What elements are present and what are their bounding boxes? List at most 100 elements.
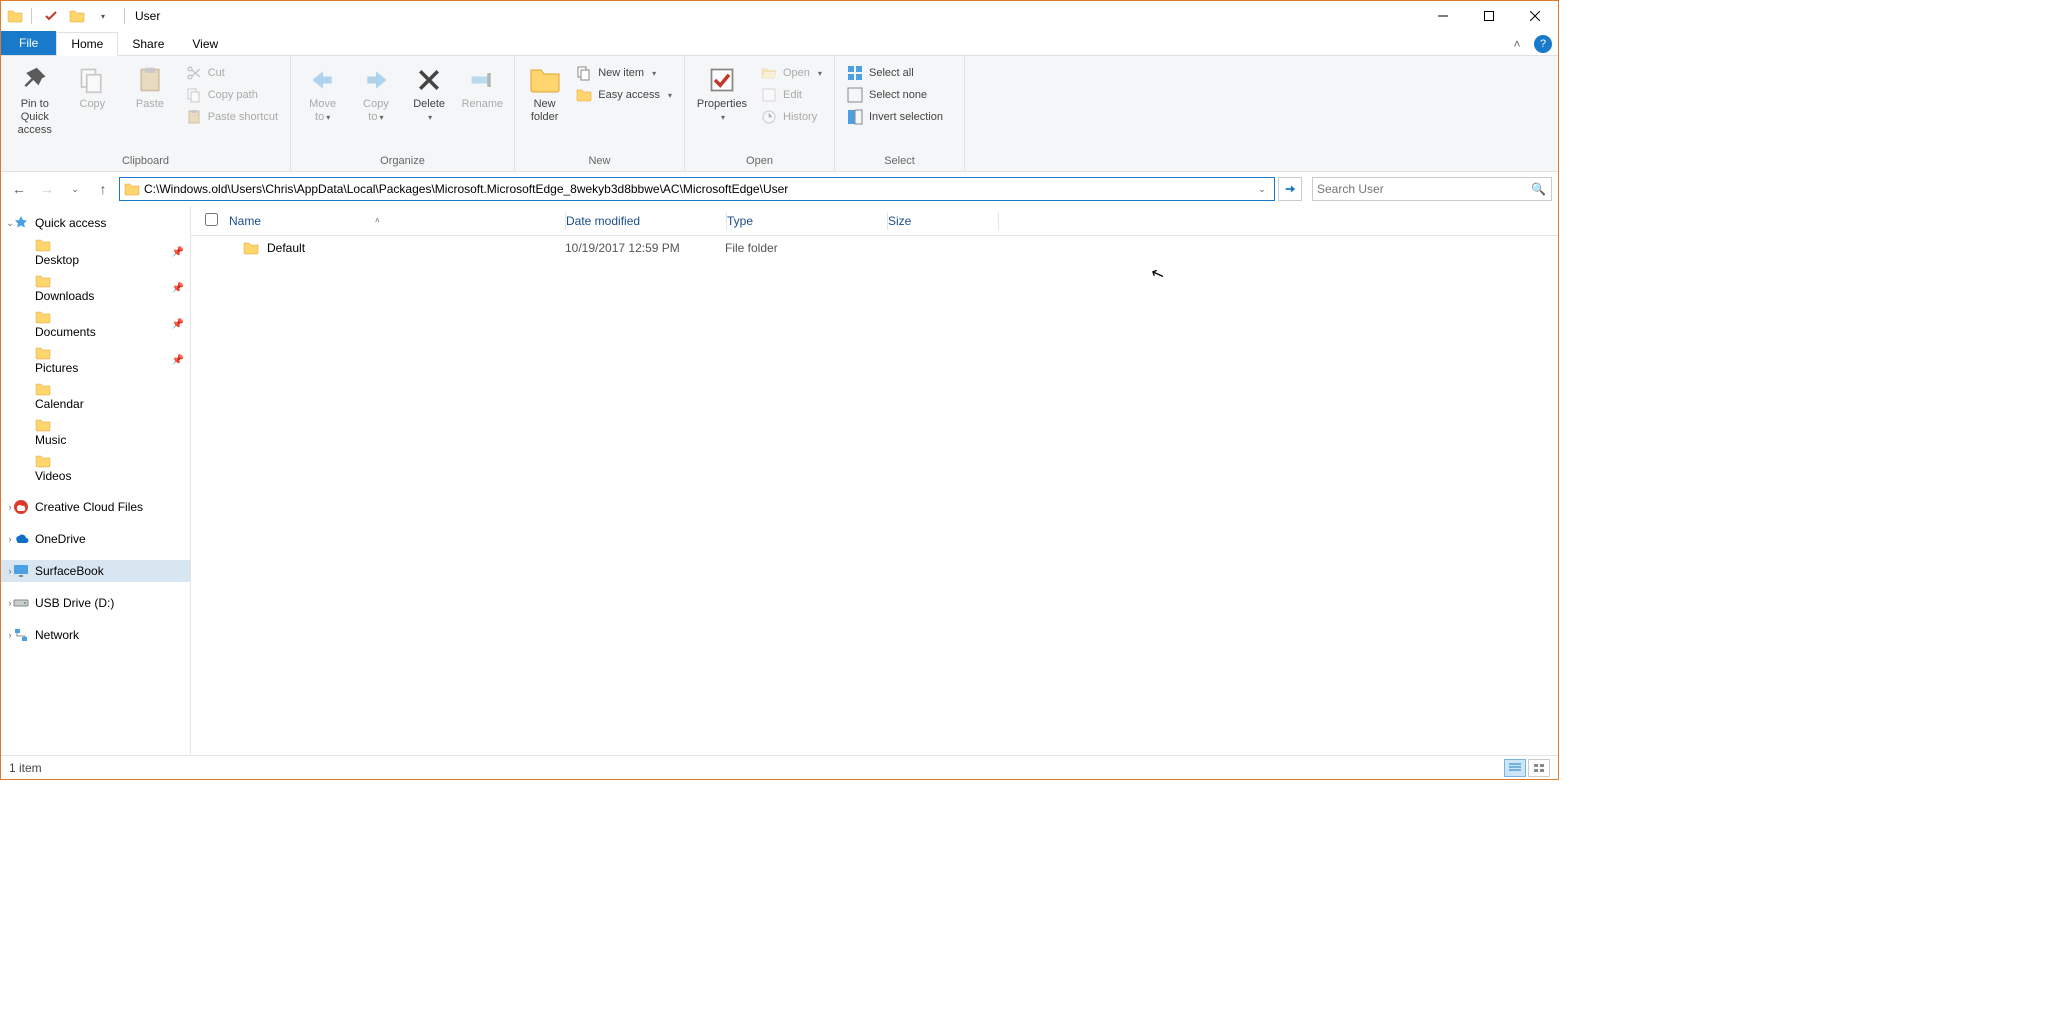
file-row[interactable]: Default10/19/2017 12:59 PMFile folder [191,236,1558,260]
chevron-right-icon[interactable]: › [5,566,15,576]
tree-item-downloads[interactable]: Downloads📌 [1,270,190,306]
address-go-button[interactable] [1278,177,1302,201]
qat-customize-dropdown[interactable]: ▾ [92,5,114,27]
pin-icon: 📌 [172,283,184,294]
copy-to-button[interactable]: Copy to▾ [352,60,399,124]
column-header-type[interactable]: Type [727,214,887,228]
minimize-button[interactable] [1420,1,1466,31]
address-input[interactable] [144,182,1250,196]
tree-this-pc[interactable]: › SurfaceBook [1,560,190,582]
easy-access-button[interactable]: Easy access▾ [572,86,676,104]
rename-button[interactable]: Rename [459,60,506,111]
select-none-icon [847,87,863,103]
chevron-right-icon[interactable]: › [5,598,15,608]
copy-icon [76,64,108,96]
new-item-button[interactable]: New item▾ [572,64,676,82]
tab-share[interactable]: Share [118,33,178,55]
nav-recent-dropdown[interactable]: ⌄ [63,177,87,201]
select-none-button[interactable]: Select none [843,86,947,104]
copy-path-button[interactable]: Copy path [182,86,282,104]
search-input[interactable] [1317,182,1531,196]
search-icon: 🔍 [1531,182,1547,196]
pin-to-quick-access-button[interactable]: Pin to Quick access [9,60,61,138]
properties-icon [706,64,738,96]
ribbon-collapse-button[interactable]: ˄ [1508,35,1526,53]
tree-quick-access[interactable]: ⌄ Quick access [1,212,190,234]
paste-shortcut-button[interactable]: Paste shortcut [182,108,282,126]
network-icon [13,627,29,643]
address-dropdown[interactable]: ⌄ [1254,184,1270,195]
chevron-right-icon[interactable]: › [5,630,15,640]
tree-creative-cloud[interactable]: › Creative Cloud Files [1,496,190,518]
view-large-icons-button[interactable] [1528,759,1550,777]
history-button[interactable]: History [757,108,826,126]
paste-icon [134,64,166,96]
tree-item-music[interactable]: Music [1,414,190,450]
qat-newfolder-icon[interactable] [66,5,88,27]
delete-button[interactable]: Delete▾ [406,60,453,124]
tree-item-documents[interactable]: Documents📌 [1,306,190,342]
column-header-date[interactable]: Date modified [566,214,726,228]
move-to-icon [307,64,339,96]
tab-file[interactable]: File [1,31,56,55]
navigation-tree[interactable]: ⌄ Quick access Desktop📌Downloads📌Documen… [1,206,191,755]
tree-item-desktop[interactable]: Desktop📌 [1,234,190,270]
nav-up-button[interactable]: ↑ [91,177,115,201]
group-label-clipboard: Clipboard [1,153,290,171]
chevron-down-icon[interactable]: ⌄ [5,218,15,229]
invert-selection-button[interactable]: Invert selection [843,108,947,126]
delete-icon [413,64,445,96]
properties-button[interactable]: Properties▾ [693,60,751,124]
tree-item-videos[interactable]: Videos [1,450,190,486]
folder-icon [35,381,51,397]
tree-item-calendar[interactable]: Calendar [1,378,190,414]
group-label-open: Open [685,153,834,171]
help-button[interactable]: ? [1534,35,1552,53]
address-folder-icon [124,181,140,197]
copy-button[interactable]: Copy [67,60,119,111]
view-details-button[interactable] [1504,759,1526,777]
close-button[interactable] [1512,1,1558,31]
folder-icon [35,453,51,469]
search-box[interactable]: 🔍 [1312,177,1552,201]
column-header-size[interactable]: Size [888,214,998,228]
sort-indicator-icon: ˄ [375,216,380,225]
folder-icon [35,309,51,325]
chevron-right-icon[interactable]: › [5,502,15,512]
group-label-select: Select [835,153,964,171]
nav-back-button[interactable]: ← [7,177,31,201]
maximize-button[interactable] [1466,1,1512,31]
tab-view[interactable]: View [178,33,232,55]
edit-button[interactable]: Edit [757,86,826,104]
titlebar: ▾ User [1,1,1558,31]
tree-usb-drive[interactable]: › USB Drive (D:) [1,592,190,614]
chevron-right-icon[interactable]: › [5,534,15,544]
open-button[interactable]: Open▾ [757,64,826,82]
tree-onedrive[interactable]: › OneDrive [1,528,190,550]
tree-item-pictures[interactable]: Pictures📌 [1,342,190,378]
paste-button[interactable]: Paste [124,60,176,111]
select-all-checkbox[interactable] [205,213,218,226]
folder-icon [35,417,51,433]
move-to-button[interactable]: Move to▾ [299,60,346,124]
window-folder-icon [7,8,23,24]
folder-icon [35,237,51,253]
folder-icon [243,240,259,256]
navbar: ← → ⌄ ↑ ⌄ 🔍 [1,172,1558,206]
nav-forward-button[interactable]: → [35,177,59,201]
copy-path-icon [186,87,202,103]
history-icon [761,109,777,125]
address-bar[interactable]: ⌄ [119,177,1275,201]
easy-access-icon [576,87,592,103]
new-folder-button[interactable]: New folder [523,60,566,124]
select-all-button[interactable]: Select all [843,64,947,82]
qat-properties-icon[interactable] [40,5,62,27]
window-title: User [135,9,160,23]
tab-home[interactable]: Home [56,32,118,56]
group-label-organize: Organize [291,153,514,171]
column-header-name[interactable]: Name˄ [225,214,565,228]
tree-network[interactable]: › Network [1,624,190,646]
pin-icon [19,64,51,96]
cut-button[interactable]: Cut [182,64,282,82]
column-headers: Name˄ Date modified Type Size [191,206,1558,236]
